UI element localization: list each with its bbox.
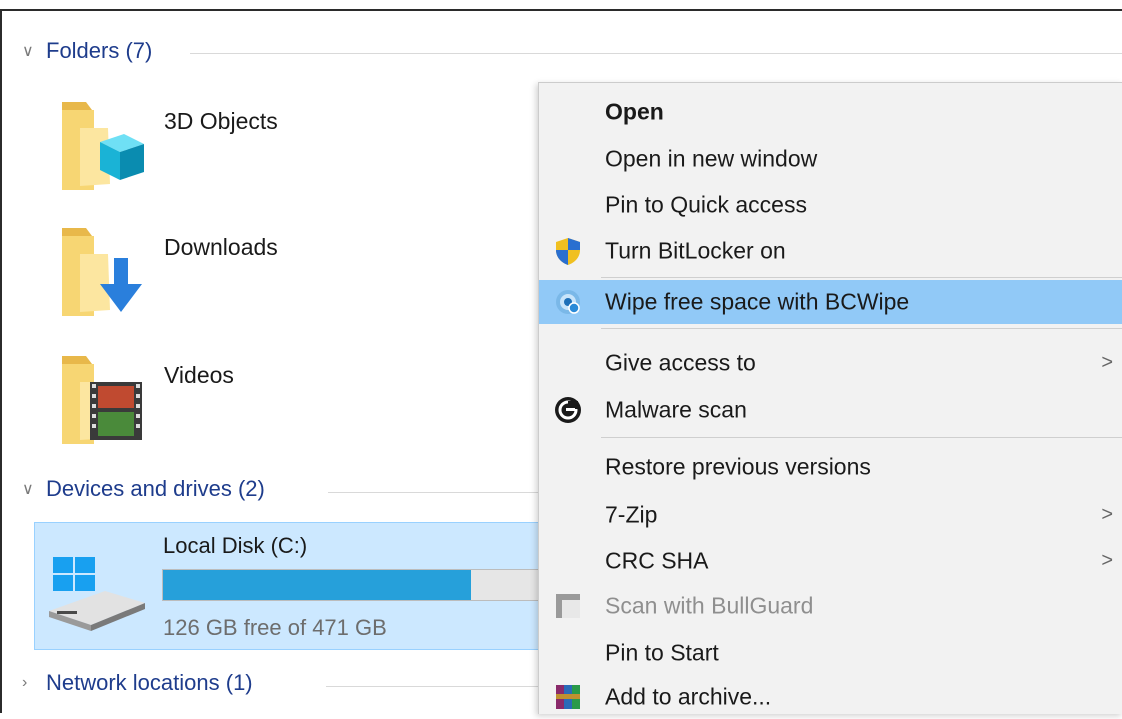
menu-separator: [601, 437, 1122, 438]
menu-item-scan-with-bullguard[interactable]: Scan with BullGuard: [539, 584, 1122, 628]
menu-item-label: Pin to Start: [605, 639, 719, 666]
folder-label: 3D Objects: [164, 108, 278, 134]
context-menu: Open Open in new window Pin to Quick acc…: [538, 82, 1122, 714]
devices-section-header[interactable]: ∨ Devices and drives (2): [22, 476, 265, 502]
menu-item-malware-scan[interactable]: Malware scan: [539, 388, 1122, 432]
menu-item-pin-to-start[interactable]: Pin to Start: [539, 631, 1122, 675]
submenu-arrow-icon: >: [1101, 503, 1113, 526]
menu-item-label: Open: [605, 98, 664, 125]
menu-item-label: Scan with BullGuard: [605, 592, 814, 619]
3d-objects-folder-icon: [62, 102, 144, 190]
section-divider: [328, 492, 538, 493]
section-divider: [190, 53, 1122, 54]
drive-label: Local Disk (C:): [163, 533, 308, 558]
folders-divider-wrap: [0, 38, 1122, 68]
menu-item-label: Malware scan: [605, 396, 747, 423]
explorer-content: ∨ Folders (7) 3D Objects Downloads Video…: [0, 0, 1122, 714]
menu-item-wipe-free-space[interactable]: Wipe free space with BCWipe: [539, 280, 1122, 324]
menu-item-label: Give access to: [605, 349, 756, 376]
menu-item-label: Pin to Quick access: [605, 191, 807, 218]
drive-free-space: 126 GB free of 471 GB: [163, 615, 387, 640]
folder-label: Videos: [164, 362, 234, 388]
menu-item-label: CRC SHA: [605, 547, 709, 574]
menu-item-label: Add to archive...: [605, 683, 772, 710]
bullguard-icon: [556, 594, 580, 618]
menu-item-give-access-to[interactable]: Give access to >: [539, 341, 1122, 385]
menu-item-turn-bitlocker-on[interactable]: Turn BitLocker on: [539, 229, 1122, 273]
windows-drive-icon: [49, 557, 145, 631]
devices-section-title: Devices and drives (2): [46, 476, 265, 501]
menu-item-label: Restore previous versions: [605, 453, 871, 480]
chevron-down-icon: ∨: [22, 43, 34, 60]
videos-folder-icon: [62, 356, 142, 444]
menu-item-label: 7-Zip: [605, 501, 658, 528]
submenu-arrow-icon: >: [1101, 351, 1113, 374]
menu-separator: [601, 277, 1122, 278]
section-divider: [326, 686, 538, 687]
menu-item-label: Turn BitLocker on: [605, 237, 786, 264]
drive-usage-bar: [162, 569, 584, 601]
downloads-folder-icon: [62, 228, 142, 316]
folders-section-header[interactable]: ∨ Folders (7): [22, 38, 152, 64]
menu-separator: [601, 328, 1122, 329]
menu-item-open[interactable]: Open: [539, 90, 1122, 134]
folder-label: Downloads: [164, 234, 278, 260]
submenu-arrow-icon: >: [1101, 549, 1113, 572]
network-section-header[interactable]: › Network locations (1): [22, 670, 253, 696]
chevron-right-icon: ›: [22, 674, 28, 691]
menu-item-pin-to-quick-access[interactable]: Pin to Quick access: [539, 183, 1122, 227]
shield-icon: [556, 238, 580, 265]
menu-item-label: Open in new window: [605, 145, 818, 172]
chevron-down-icon: ∨: [22, 481, 34, 498]
menu-item-7-zip[interactable]: 7-Zip >: [539, 493, 1122, 537]
window-left-border: [0, 9, 2, 713]
menu-item-crc-sha[interactable]: CRC SHA >: [539, 539, 1122, 583]
drive-item-local-disk[interactable]: Local Disk (C:) 126 GB free of 471 GB: [34, 522, 584, 650]
menu-item-open-in-new-window[interactable]: Open in new window: [539, 137, 1122, 181]
drive-usage-fill: [163, 570, 471, 600]
menu-item-add-to-archive[interactable]: Add to archive...: [539, 675, 1122, 719]
menu-item-label: Wipe free space with BCWipe: [605, 288, 910, 315]
window-top-border: [0, 9, 1122, 11]
folders-section-title: Folders (7): [46, 38, 153, 63]
network-section-title: Network locations (1): [46, 670, 253, 695]
malware-scan-icon: [555, 397, 581, 423]
menu-item-restore-previous-versions[interactable]: Restore previous versions: [539, 445, 1122, 489]
winrar-archive-icon: [556, 685, 580, 709]
bcwipe-icon: [556, 290, 580, 314]
